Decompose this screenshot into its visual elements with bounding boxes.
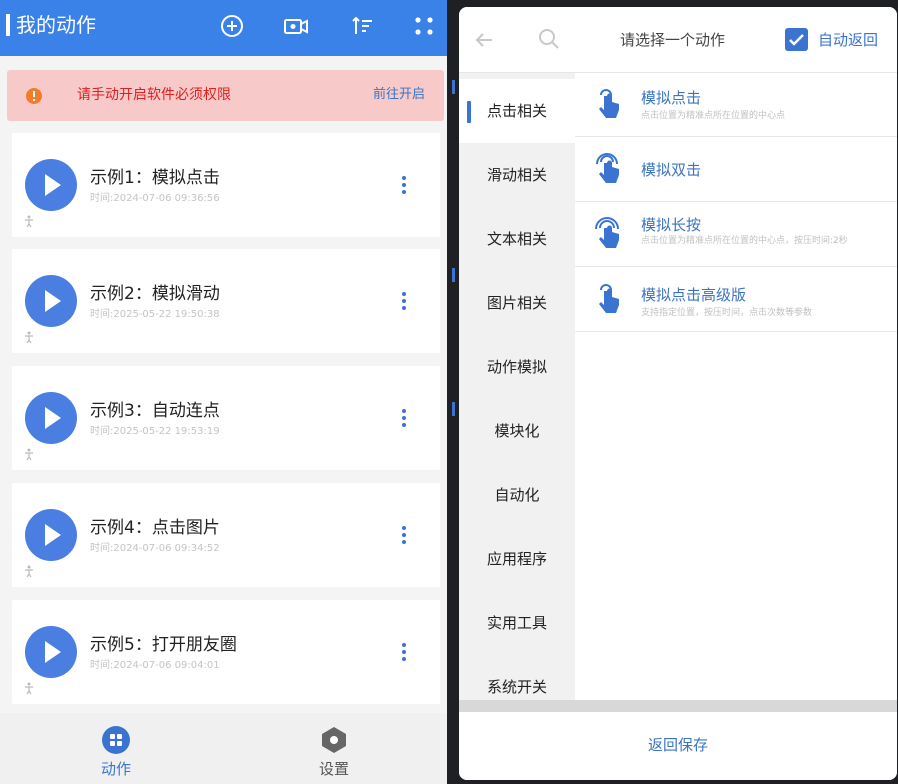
category-item[interactable]: 实用工具: [459, 591, 575, 655]
page-title: 我的动作: [16, 13, 96, 37]
person-icon: [22, 563, 36, 578]
task-time: 时间:2025-05-22 19:50:38: [90, 309, 220, 320]
task-list-screen: 我的动作 请手动开启软件必须权限 前往开启 示例1：模拟点击 时间:2024-0…: [0, 0, 447, 784]
action-item[interactable]: 模拟双击: [575, 138, 897, 202]
double-tap-finger-icon: [591, 152, 625, 188]
category-item[interactable]: 点击相关: [459, 79, 575, 143]
task-card[interactable]: 示例1：模拟点击 时间:2024-07-06 09:36:56: [12, 133, 440, 237]
category-item[interactable]: 动作模拟: [459, 335, 575, 399]
play-icon[interactable]: [25, 626, 77, 678]
action-title: 模拟双击: [641, 161, 702, 179]
task-title: 示例4：点击图片: [90, 518, 220, 538]
category-list: 点击相关 滑动相关 文本相关 图片相关 动作模拟 模块化 自动化 应用程序 实用…: [459, 73, 575, 700]
nav-tab-actions[interactable]: 动作: [76, 725, 156, 781]
play-icon[interactable]: [25, 509, 77, 561]
auto-return-checkbox[interactable]: [785, 28, 808, 51]
exclamation-icon: [25, 87, 43, 105]
more-options-icon[interactable]: [394, 173, 414, 197]
nav-label-actions: 动作: [100, 760, 131, 778]
bottom-nav: 动作 设置: [0, 713, 447, 784]
action-picker-sheet: 请选择一个动作 自动返回 点击相关 滑动相关 文本相关 图片相关 动作模拟 模块…: [459, 7, 897, 780]
person-icon: [22, 213, 36, 228]
search-icon[interactable]: [537, 27, 561, 51]
picker-footer: 返回保存: [459, 712, 897, 780]
settings-hex-icon: [319, 725, 349, 755]
action-item[interactable]: 模拟点击高级版 支持指定位置，按压时间，点击次数等参数: [575, 268, 897, 332]
action-item[interactable]: 模拟长按 点击位置为精准点所在位置的中心点，按压时间:2秒: [575, 203, 897, 267]
task-time: 时间:2024-07-06 09:34:52: [90, 543, 220, 554]
category-label: 实用工具: [486, 614, 547, 632]
task-title: 示例1：模拟点击: [90, 168, 220, 188]
task-title: 示例5：打开朋友圈: [90, 635, 237, 655]
action-desc: 点击位置为精准点所在位置的中心点: [641, 111, 786, 121]
person-icon: [22, 446, 36, 461]
action-title: 模拟长按: [641, 216, 702, 234]
category-label: 应用程序: [486, 550, 547, 568]
category-item[interactable]: 图片相关: [459, 271, 575, 335]
go-enable-link[interactable]: 前往开启: [373, 86, 425, 104]
category-label: 自动化: [494, 486, 540, 504]
task-time: 时间:2024-07-06 09:04:01: [90, 660, 220, 671]
category-label: 文本相关: [486, 230, 547, 248]
title-accent-bar: [6, 14, 10, 36]
category-item[interactable]: 自动化: [459, 463, 575, 527]
app-header: 我的动作: [0, 0, 447, 56]
task-time: 时间:2024-07-06 09:36:56: [90, 193, 220, 204]
category-item[interactable]: 滑动相关: [459, 143, 575, 207]
category-item[interactable]: 应用程序: [459, 527, 575, 591]
more-options-icon[interactable]: [394, 523, 414, 547]
play-icon[interactable]: [25, 159, 77, 211]
more-options-icon[interactable]: [394, 289, 414, 313]
action-title: 模拟点击: [641, 89, 702, 107]
action-desc: 支持指定位置，按压时间，点击次数等参数: [641, 308, 813, 318]
task-title: 示例2：模拟滑动: [90, 284, 220, 304]
nav-tab-settings[interactable]: 设置: [294, 725, 374, 781]
category-label: 点击相关: [486, 102, 547, 120]
permission-warning-banner: 请手动开启软件必须权限 前往开启: [7, 70, 444, 121]
action-desc: 点击位置为精准点所在位置的中心点，按压时间:2秒: [641, 236, 848, 246]
category-item[interactable]: 模块化: [459, 399, 575, 463]
action-title: 模拟点击高级版: [641, 286, 747, 304]
task-card[interactable]: 示例4：点击图片 时间:2024-07-06 09:34:52: [12, 483, 440, 587]
actions-grid-icon: [101, 725, 131, 755]
play-icon[interactable]: [25, 275, 77, 327]
person-icon: [22, 329, 36, 344]
more-options-icon[interactable]: [394, 406, 414, 430]
action-item[interactable]: 模拟点击 点击位置为精准点所在位置的中心点: [575, 73, 897, 137]
grid-dots-icon[interactable]: [410, 12, 438, 40]
picker-header: 请选择一个动作 自动返回: [459, 7, 897, 73]
tap-finger-icon: [591, 282, 625, 318]
nav-label-settings: 设置: [318, 760, 349, 778]
category-label: 模块化: [494, 422, 540, 440]
category-label: 动作模拟: [486, 358, 547, 376]
picker-title: 请选择一个动作: [620, 31, 726, 49]
warning-text: 请手动开启软件必须权限: [77, 87, 231, 103]
auto-return-label[interactable]: 自动返回: [818, 29, 878, 51]
active-indicator: [467, 101, 471, 123]
footer-separator: [459, 700, 897, 712]
plus-circle-icon[interactable]: [218, 12, 246, 40]
back-arrow-icon[interactable]: [473, 29, 495, 51]
category-label: 系统开关: [486, 678, 547, 696]
task-card[interactable]: 示例5：打开朋友圈 时间:2024-07-06 09:04:01: [12, 600, 440, 704]
return-save-button[interactable]: 返回保存: [648, 734, 708, 756]
tap-finger-icon: [591, 87, 625, 123]
person-icon: [22, 680, 36, 695]
action-picker-screen: 请选择一个动作 自动返回 点击相关 滑动相关 文本相关 图片相关 动作模拟 模块…: [455, 0, 898, 784]
long-press-finger-icon: [591, 217, 625, 253]
task-title: 示例3：自动连点: [90, 401, 220, 421]
more-options-icon[interactable]: [394, 640, 414, 664]
play-icon[interactable]: [25, 392, 77, 444]
category-label: 图片相关: [486, 294, 547, 312]
category-label: 滑动相关: [486, 166, 547, 184]
action-list: 模拟点击 点击位置为精准点所在位置的中心点 模拟双击 模拟长按 点击位置为精准点…: [575, 73, 897, 700]
record-video-icon[interactable]: [282, 12, 310, 40]
category-item[interactable]: 文本相关: [459, 207, 575, 271]
task-time: 时间:2025-05-22 19:53:19: [90, 426, 220, 437]
task-card[interactable]: 示例3：自动连点 时间:2025-05-22 19:53:19: [12, 366, 440, 470]
sort-icon[interactable]: [348, 12, 376, 40]
task-card[interactable]: 示例2：模拟滑动 时间:2025-05-22 19:50:38: [12, 249, 440, 353]
